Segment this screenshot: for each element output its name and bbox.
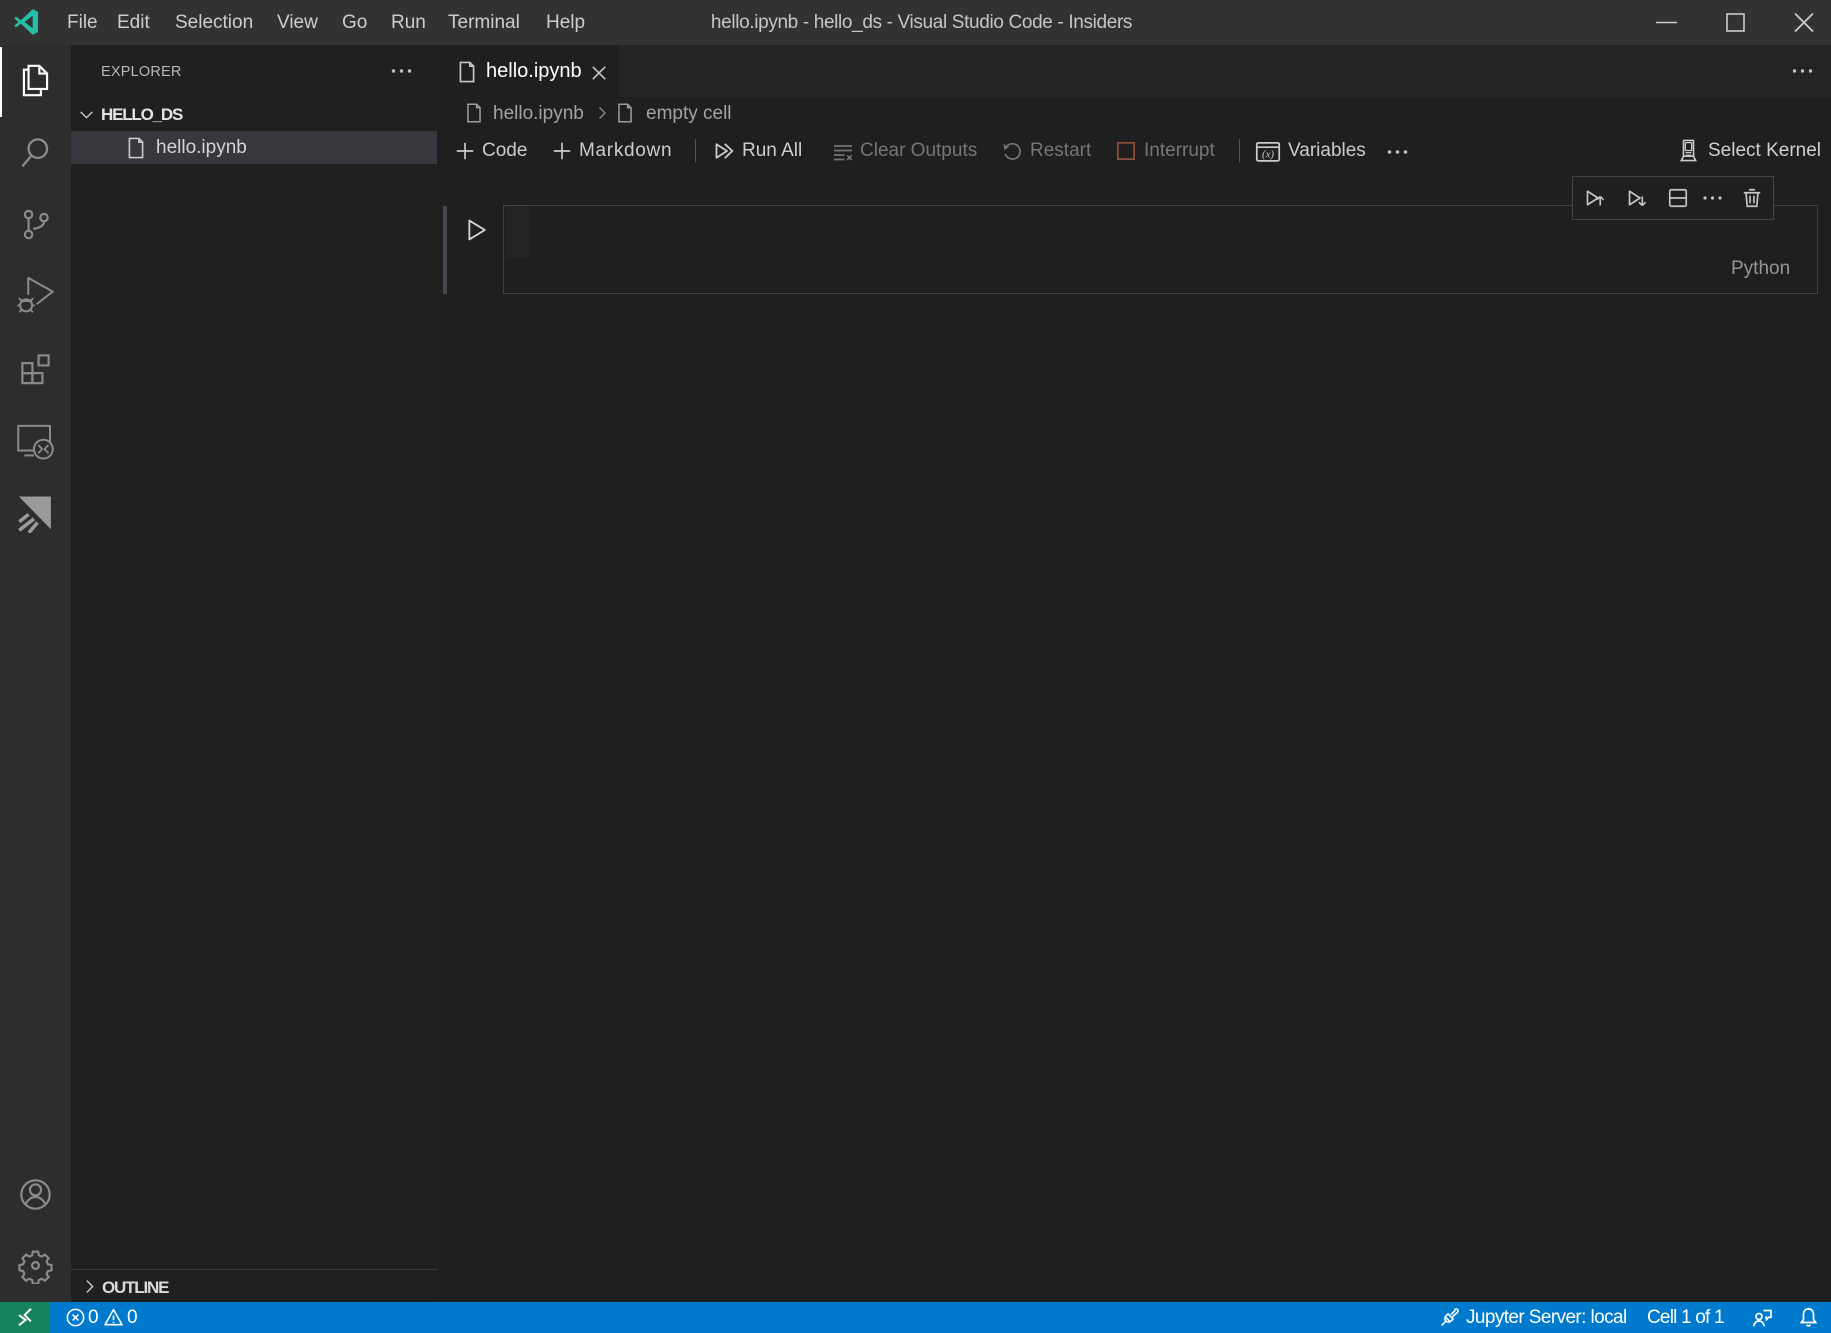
svg-text:(x): (x) — [1262, 149, 1274, 161]
